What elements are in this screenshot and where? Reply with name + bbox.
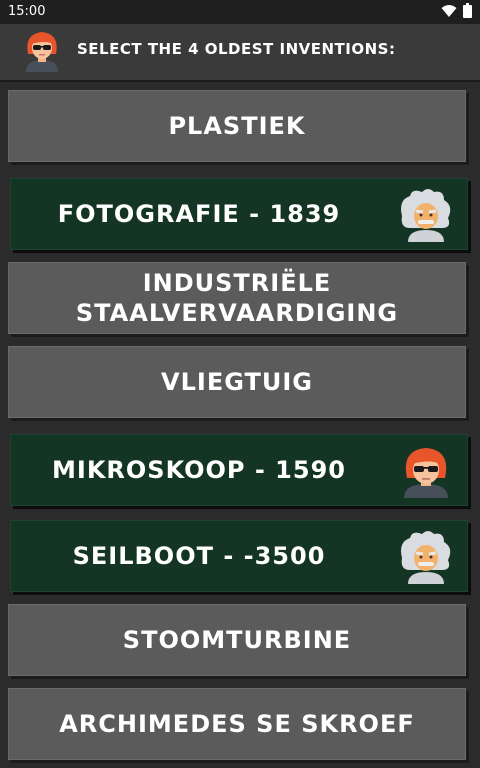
answer-label: Vliegtuig [161,368,313,396]
einstein-avatar-icon [401,189,451,242]
wifi-icon [441,4,457,17]
status-time: 15:00 [8,4,46,19]
answer-option-archimedes-se-skroef[interactable]: Archimedes se skroef [8,688,466,760]
answer-option-stoomturbine[interactable]: Stoomturbine [8,604,466,676]
answer-option-industriele-staalvervaardiging[interactable]: Industriële staalvervaardiging [8,262,466,334]
answer-option-fotografie[interactable]: Fotografie - 1839 [10,178,468,250]
answer-option-vliegtuig[interactable]: Vliegtuig [8,346,466,418]
answer-label: Plastiek [168,112,306,140]
player-avatar-icon [26,32,58,72]
answer-option-plastiek[interactable]: Plastiek [8,90,466,162]
battery-icon [463,3,472,18]
status-bar: 15:00 [0,0,480,24]
answer-label: Stoomturbine [122,626,352,654]
answer-option-seilboot[interactable]: Seilboot - -3500 [10,520,468,592]
question-title: Select the 4 oldest inventions: [77,40,396,58]
answer-option-mikroskoop[interactable]: Mikroskoop - 1590 [10,434,468,506]
answer-label: Archimedes se skroef [59,710,415,738]
status-icons [441,3,472,18]
answer-label: Industriële staalvervaardiging [75,269,399,327]
question-header: Select the 4 oldest inventions: [0,24,480,82]
einstein-avatar-icon [401,531,451,584]
redhead-avatar-icon [404,448,448,498]
